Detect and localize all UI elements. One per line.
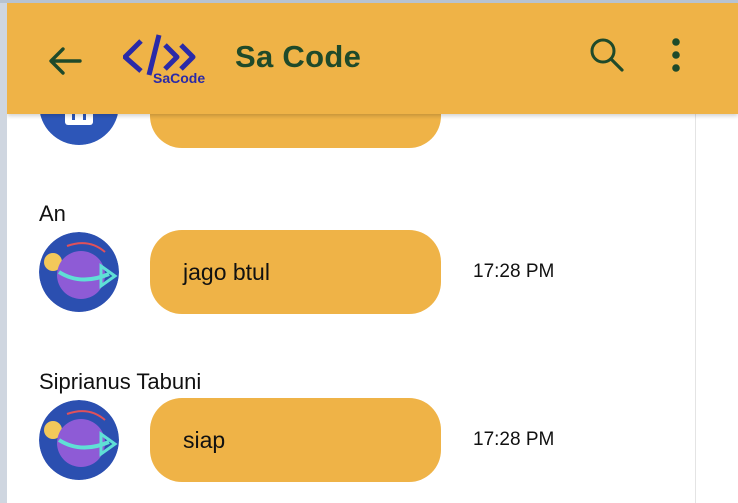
sender-name: An: [39, 201, 66, 226]
page-title: Sa Code: [235, 39, 362, 74]
message-time: 17:28 PM: [473, 261, 555, 282]
avatar[interactable]: [39, 232, 119, 312]
logo-text: SaCode: [153, 70, 205, 85]
app-logo: SaCode: [122, 33, 205, 86]
chat-screen: An jago btul 17:28 PM Siprianus Tabuni s…: [7, 3, 738, 503]
back-button[interactable]: [45, 41, 85, 81]
arrow-left-icon: [49, 47, 82, 75]
message-text: siap: [183, 426, 226, 453]
message-bubble[interactable]: siap: [150, 398, 441, 482]
more-vertical-icon: [672, 38, 680, 72]
app-bar: SaCode Sa Code: [7, 3, 738, 114]
scrollbar[interactable]: [695, 114, 738, 503]
planet-avatar-icon: [39, 400, 119, 480]
search-icon: [590, 38, 624, 72]
message-text: jago btul: [183, 258, 270, 285]
message-bubble[interactable]: jago btul: [150, 230, 441, 314]
avatar[interactable]: [39, 400, 119, 480]
planet-avatar-icon: [39, 232, 119, 312]
message-time: 17:28 PM: [473, 429, 555, 450]
search-button[interactable]: [587, 35, 627, 75]
sender-name: Siprianus Tabuni: [39, 369, 202, 394]
more-options-button[interactable]: [659, 33, 693, 77]
code-logo-icon: SaCode: [122, 34, 205, 86]
